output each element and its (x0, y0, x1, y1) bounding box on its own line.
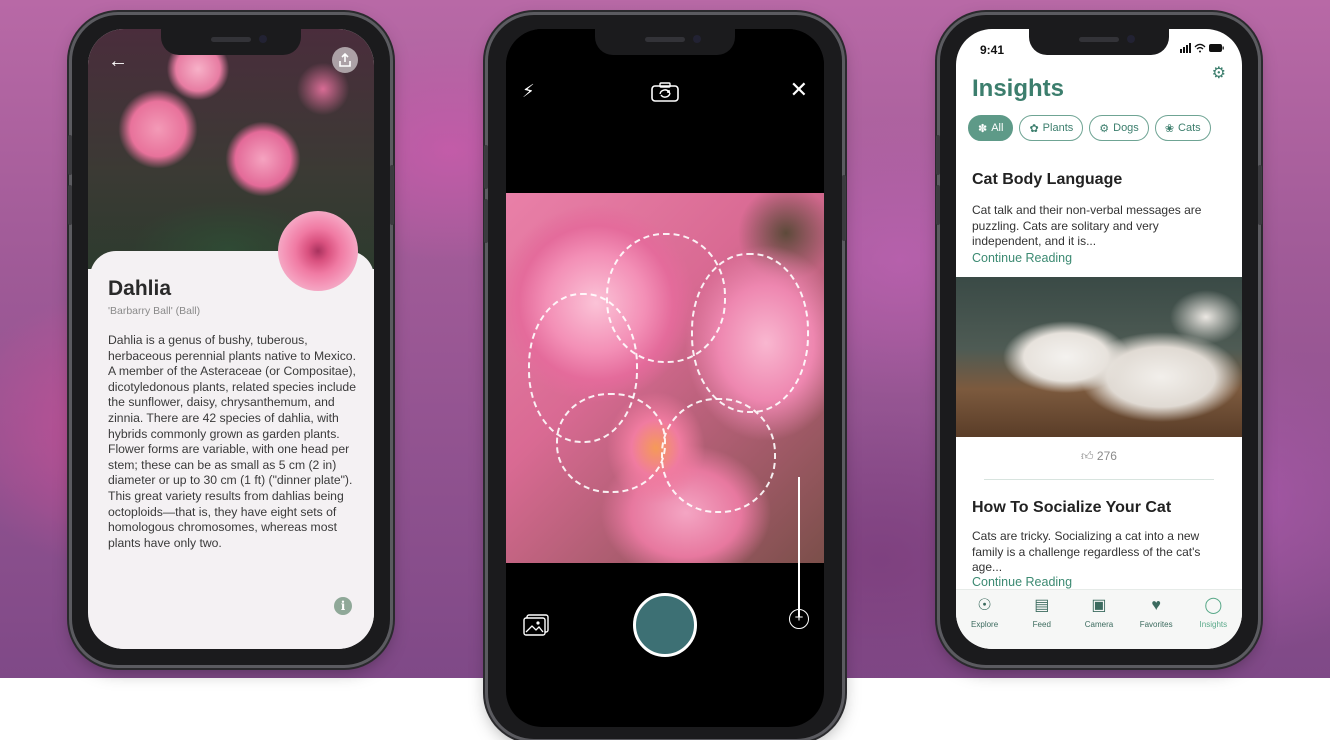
volume-button (68, 135, 72, 175)
phone-insights: 9:41 ⚙︎ Insights ✽ All ✿ Plants ⚙︎ Dogs (936, 15, 1262, 665)
tab-camera[interactable]: ▣ Camera (1072, 596, 1126, 649)
bone-icon: ⚙︎ (1099, 122, 1110, 135)
tab-feed[interactable]: ▤ Feed (1015, 596, 1069, 649)
tab-label: Favorites (1139, 620, 1173, 629)
flower-icon: ✿ (1029, 122, 1039, 135)
cat-icon: ❀ (1164, 122, 1175, 135)
phone-camera: ⚡︎ ✕ + (484, 15, 846, 739)
plant-detail-screen: ← Dahlia 'Barbarry Ball' (Ball) Dahlia i… (88, 29, 374, 649)
tab-insights[interactable]: ◯ Insights (1186, 596, 1240, 649)
tab-label: Camera (1084, 620, 1114, 629)
camera-icon: ▣ (1091, 597, 1107, 614)
plant-info-card: Dahlia 'Barbarry Ball' (Ball) Dahlia is … (90, 211, 374, 649)
status-icons (1180, 43, 1224, 56)
chip-dogs[interactable]: ⚙︎ Dogs (1089, 115, 1149, 141)
divider (984, 479, 1214, 480)
tab-label: Insights (1199, 620, 1228, 629)
page-title: Insights (972, 75, 1065, 102)
insights-screen: 9:41 ⚙︎ Insights ✽ All ✿ Plants ⚙︎ Dogs (956, 29, 1242, 649)
gear-icon[interactable]: ⚙︎ (1212, 63, 1226, 83)
status-time: 9:41 (980, 43, 1005, 57)
lightbulb-icon: ◯ (1204, 597, 1223, 614)
phone-notch (161, 29, 301, 55)
power-button (1258, 165, 1262, 225)
category-filter-row: ✽ All ✿ Plants ⚙︎ Dogs ❀ Cats (968, 115, 1211, 141)
heart-icon: ♥ (1151, 597, 1161, 614)
article-excerpt: Cats are tricky. Socializing a cat into … (972, 529, 1201, 574)
continue-reading-link[interactable]: Continue Reading (972, 575, 1072, 589)
chip-label: Cats (1178, 122, 1201, 134)
volume-button (68, 185, 72, 225)
chip-label: Dogs (1113, 122, 1139, 134)
cat-stretching-photo[interactable] (956, 277, 1242, 437)
phone-plant-detail: ← Dahlia 'Barbarry Ball' (Ball) Dahlia i… (68, 15, 394, 665)
close-icon[interactable]: ✕ (790, 79, 808, 101)
showcase-stage: ← Dahlia 'Barbarry Ball' (Ball) Dahlia i… (0, 0, 1330, 740)
plant-description: Dahlia is a genus of bushy, tuberous, he… (108, 333, 356, 550)
tab-label: Feed (1032, 620, 1051, 629)
article-excerpt: Cat talk and their non-verbal messages a… (972, 203, 1202, 248)
phone-notch (595, 29, 735, 55)
camera-viewfinder[interactable] (506, 193, 824, 563)
compass-icon: ☉ (977, 597, 992, 614)
chip-label: Plants (1042, 122, 1074, 134)
flash-icon[interactable]: ⚡︎ (522, 81, 535, 102)
volume-button (936, 185, 940, 225)
camera-screen: ⚡︎ ✕ + (506, 29, 824, 727)
detected-flower-outline (556, 393, 666, 493)
continue-reading-link[interactable]: Continue Reading (972, 251, 1072, 265)
plus-icon[interactable]: + (789, 609, 809, 629)
phone-notch (1029, 29, 1169, 55)
gallery-icon[interactable] (522, 613, 550, 637)
dahlia-thumbnail (278, 211, 358, 291)
tab-explore[interactable]: ☉ Explore (958, 596, 1012, 649)
detected-flower-outline (691, 253, 809, 413)
tab-label: Explore (971, 620, 999, 629)
paw-icon: ✽ (978, 122, 988, 135)
chip-all[interactable]: ✽ All (968, 115, 1014, 141)
power-button (390, 165, 394, 225)
info-icon[interactable]: i (334, 597, 352, 615)
zoom-slider[interactable] (798, 477, 800, 617)
tab-favorites[interactable]: ♥ Favorites (1129, 596, 1183, 649)
camera-flip-icon[interactable] (650, 81, 680, 103)
thumbs-up-icon: 👍︎ (1081, 449, 1094, 463)
arrow-left-icon[interactable]: ← (108, 51, 128, 71)
volume-button (484, 199, 488, 243)
chip-label: All (991, 122, 1004, 134)
plant-variety: 'Barbarry Ball' (Ball) (108, 305, 201, 317)
volume-button (936, 135, 940, 175)
like-count-value: 276 (1096, 449, 1117, 463)
bottom-tab-bar: ☉ Explore ▤ Feed ▣ Camera ♥ Favorites ◯ (956, 589, 1242, 649)
article-title[interactable]: How To Socialize Your Cat (972, 499, 1171, 517)
article-title[interactable]: Cat Body Language (972, 171, 1122, 189)
shutter-button[interactable] (633, 593, 697, 657)
detected-flower-outline (661, 398, 776, 513)
share-icon[interactable] (332, 47, 358, 73)
power-button (842, 175, 846, 241)
volume-button (484, 145, 488, 189)
chip-plants[interactable]: ✿ Plants (1019, 115, 1084, 141)
feed-icon: ▤ (1034, 597, 1050, 614)
chip-cats[interactable]: ❀ Cats (1154, 115, 1211, 141)
like-count[interactable]: 👍︎ 276 (956, 449, 1242, 464)
